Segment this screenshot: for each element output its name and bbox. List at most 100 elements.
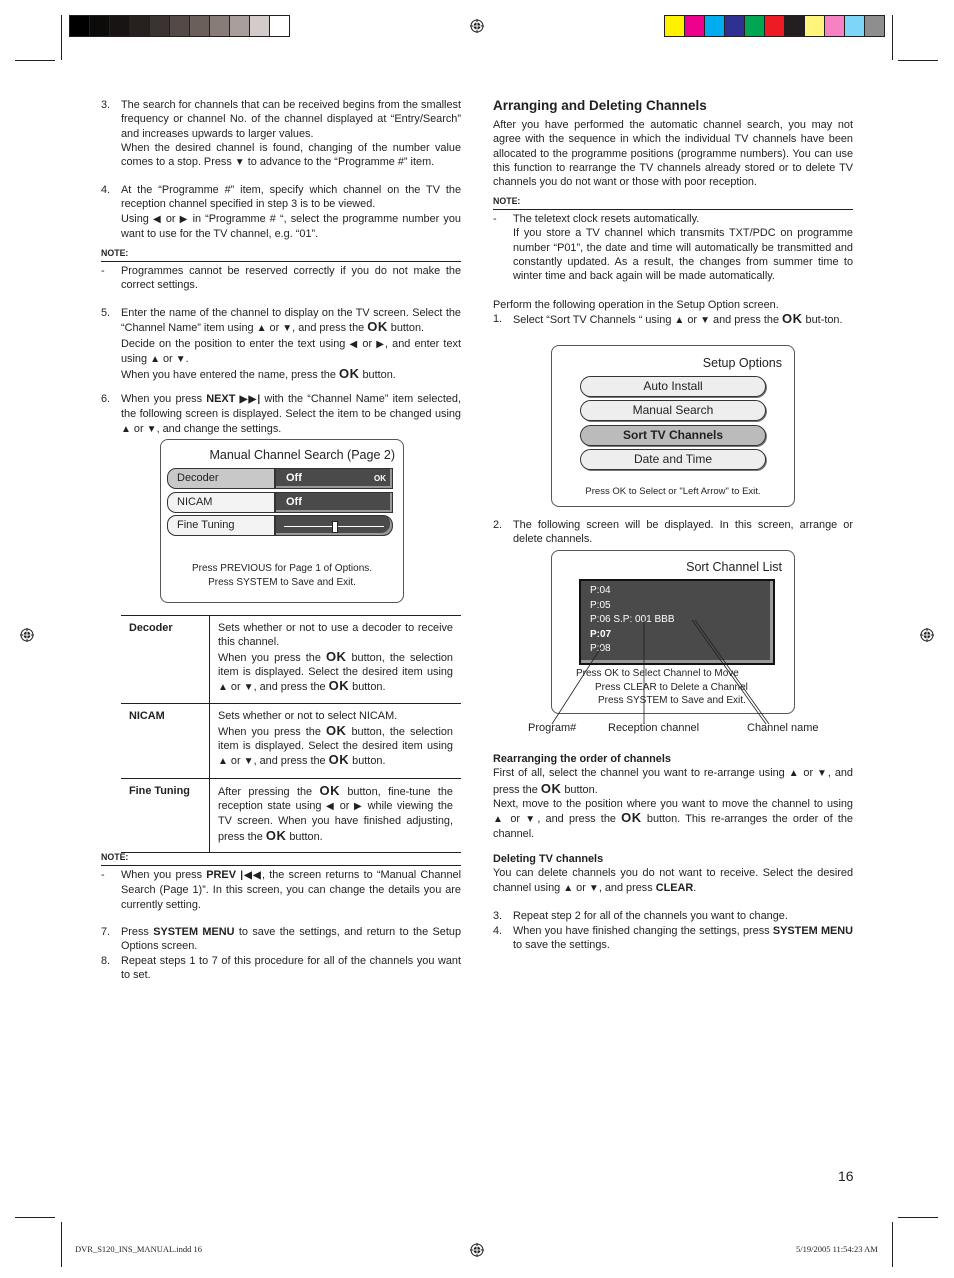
color-swatch (130, 16, 150, 36)
ok-hint: OK (374, 474, 386, 483)
color-swatch (725, 16, 745, 36)
left-arrow-icon: ◀ (152, 213, 162, 225)
ok-button-icon: OK (325, 648, 347, 664)
down-arrow-icon: ▼ (817, 768, 828, 780)
right-arrow-icon: ▶ (353, 800, 364, 812)
divider (101, 261, 461, 262)
row-description: After pressing the OK button, fine-tune … (209, 777, 461, 853)
color-swatch (230, 16, 250, 36)
ok-button-icon: OK (325, 722, 347, 738)
color-swatch (845, 16, 865, 36)
ok-button-icon: OK (328, 678, 350, 694)
color-swatch (705, 16, 725, 36)
color-swatch (70, 16, 90, 36)
decoder-value[interactable]: Off OK (275, 468, 393, 489)
callout-program-number: Program# (528, 722, 577, 734)
note-teletext: - The teletext clock resets automaticall… (493, 213, 853, 283)
step-6: 6. When you press NEXT ▶▶| with the “Cha… (101, 393, 461, 435)
up-arrow-icon: ▲ (218, 682, 228, 694)
screen-title: Sort Channel List (686, 560, 782, 574)
color-swatch (745, 16, 765, 36)
crop-mark (15, 60, 55, 61)
subheading: Deleting TV channels (493, 853, 604, 865)
registration-mark-icon (20, 628, 34, 642)
color-swatch (785, 16, 805, 36)
nicam-label[interactable]: NICAM (167, 492, 275, 513)
menu-item-date-and-time[interactable]: Date and Time (580, 449, 766, 470)
registration-mark-icon (470, 19, 484, 33)
step-2: 2. The following screen will be displaye… (493, 519, 853, 546)
channel-list-item[interactable]: P:05 (590, 599, 773, 614)
nicam-value[interactable]: Off (275, 492, 393, 513)
menu-item-manual-search[interactable]: Manual Search (580, 400, 766, 421)
down-arrow-icon: ▼ (243, 756, 254, 768)
down-arrow-icon: ▼ (525, 814, 538, 826)
ok-button-icon: OK (540, 780, 562, 796)
grayscale-calibration-bar (69, 15, 290, 37)
step-7: 7. Press SYSTEM MENU to save the setting… (101, 926, 461, 953)
channel-list-item[interactable]: P:06 S.P: 001 BBB (590, 613, 773, 628)
up-arrow-icon: ▲ (674, 315, 685, 326)
table-row: Decoder Sets whether or not to use a dec… (121, 614, 461, 704)
fine-tuning-label[interactable]: Fine Tuning (167, 515, 275, 536)
down-arrow-icon: ▼ (588, 882, 599, 894)
row-key: NICAM (121, 703, 210, 779)
crop-mark (898, 1217, 938, 1218)
color-swatch (865, 16, 884, 36)
color-swatch (250, 16, 270, 36)
left-arrow-icon: ◀ (326, 800, 336, 812)
screen-footer: Press PREVIOUS for Page 1 of Options. Pr… (191, 563, 373, 588)
right-arrow-icon: ▶ (376, 338, 386, 350)
down-arrow-icon: ▼ (243, 682, 254, 694)
table-row: NICAM Sets whether or not to select NICA… (121, 703, 461, 779)
color-swatch (110, 16, 130, 36)
ok-button-icon: OK (782, 311, 803, 326)
callout-reception-channel: Reception channel (608, 722, 700, 734)
crop-mark (61, 1222, 62, 1267)
crop-mark (892, 1222, 893, 1267)
prev-icon: |◀◀ (240, 870, 262, 881)
callout-lines (551, 619, 770, 725)
up-arrow-icon: ▲ (218, 756, 228, 768)
color-swatch (210, 16, 230, 36)
row-description: Sets whether or not to select NICAM. When… (209, 703, 461, 779)
rearrange-section: Rearranging the order of channels First … (493, 753, 853, 841)
row-key: Fine Tuning (121, 777, 210, 853)
color-swatch (90, 16, 110, 36)
delete-section: Deleting TV channels You can delete chan… (493, 853, 853, 894)
decoder-label[interactable]: Decoder (167, 468, 275, 489)
color-swatch (170, 16, 190, 36)
ok-button-icon: OK (338, 366, 360, 382)
slider-thumb[interactable] (332, 521, 338, 533)
menu-item-sort-tv-channels[interactable]: Sort TV Channels (580, 425, 766, 446)
registration-mark-icon (470, 1243, 484, 1257)
up-arrow-icon: ▲ (256, 323, 267, 335)
footer-timestamp: 5/19/2005 11:54:23 AM (796, 1244, 878, 1254)
screen-footer: Press OK to Select or "Left Arrow" to Ex… (585, 486, 761, 497)
screen-title: Setup Options (702, 356, 782, 370)
color-swatch (685, 16, 705, 36)
color-swatch (270, 16, 289, 36)
table-row: Fine Tuning After pressing the OK button… (121, 777, 461, 853)
step-3-right: 3. Repeat step 2 for all of the channels… (493, 910, 788, 922)
intro-paragraph: After you have performed the automatic c… (493, 119, 853, 189)
footer-filename: DVR_S120_INS_MANUAL.indd 16 (75, 1244, 203, 1254)
color-swatch (805, 16, 825, 36)
up-arrow-icon: ▲ (788, 768, 800, 780)
up-arrow-icon: ▲ (121, 423, 131, 435)
fine-tuning-slider[interactable] (275, 515, 393, 536)
color-swatch (825, 16, 845, 36)
crop-mark (898, 60, 938, 61)
menu-item-auto-install[interactable]: Auto Install (580, 376, 766, 397)
up-arrow-icon: ▲ (150, 353, 160, 365)
note-2: - When you press PREV |◀◀, the screen re… (101, 869, 461, 911)
row-description: Sets whether or not to use a decoder to … (209, 614, 461, 704)
channel-list-item[interactable]: P:04 (590, 584, 773, 599)
step-3: 3. The search for channels that can be r… (101, 99, 461, 169)
up-arrow-icon: ▲ (563, 882, 574, 894)
next-icon: ▶▶| (239, 394, 261, 405)
down-arrow-icon: ▼ (700, 315, 710, 326)
color-swatch (665, 16, 685, 36)
step-8: 8. Repeat steps 1 to 7 of this procedure… (101, 955, 461, 982)
color-swatch (150, 16, 170, 36)
